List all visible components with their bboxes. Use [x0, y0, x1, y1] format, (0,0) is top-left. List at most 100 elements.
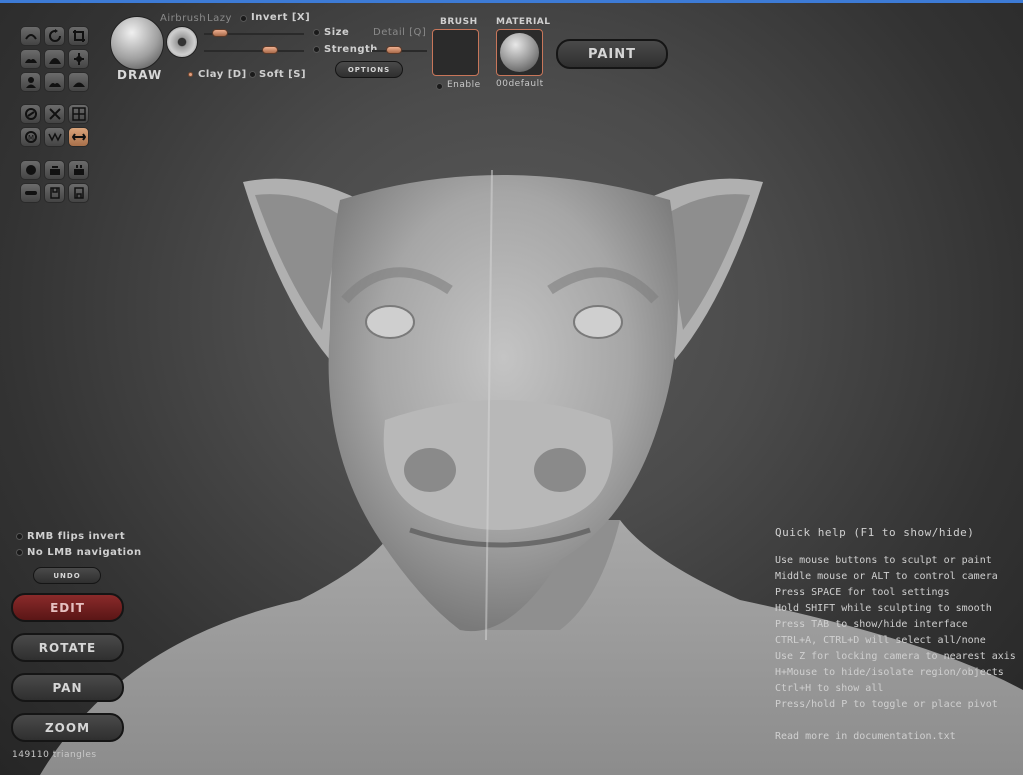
layer-icon	[24, 191, 37, 195]
edit-mode-button[interactable]: EDIT	[11, 593, 124, 622]
triangle-count: 149110 triangles	[12, 750, 97, 760]
material-panel-title: MATERIAL	[496, 17, 551, 27]
extra-tools-palette	[20, 160, 89, 203]
strength-slider-track[interactable]	[204, 50, 304, 52]
flatten-tool-button[interactable]	[20, 49, 41, 69]
inflate-tool-button[interactable]	[44, 49, 65, 69]
load-button[interactable]	[68, 183, 89, 203]
lazy-label[interactable]: Lazy	[207, 13, 232, 24]
quick-help-panel: Quick help (F1 to show/hide) Use mouse b…	[775, 526, 1016, 745]
paint-button[interactable]: PAINT	[556, 39, 668, 69]
mirror-x-button[interactable]	[44, 104, 65, 124]
invert-label[interactable]: Invert [X]	[251, 12, 310, 23]
scale-button[interactable]	[44, 160, 65, 180]
quick-help-footer: Read more in documentation.txt	[775, 731, 956, 742]
layer-button[interactable]	[20, 183, 41, 203]
rmb-flips-invert-toggle[interactable]	[16, 533, 23, 540]
options-button[interactable]: OPTIONS	[335, 61, 403, 78]
scale-alt-icon	[73, 165, 84, 175]
mask-icon: M	[24, 131, 37, 143]
clay-toggle[interactable]	[188, 72, 193, 77]
detail-slider-knob[interactable]	[386, 46, 402, 54]
size-toggle[interactable]	[313, 29, 320, 36]
clay-tool-icon	[48, 83, 61, 87]
mask-button[interactable]: M	[20, 127, 41, 147]
draw-tool-button[interactable]	[20, 26, 41, 46]
pan-mode-button[interactable]: PAN	[11, 673, 124, 702]
swap-button[interactable]	[68, 127, 89, 147]
flatten-tool-icon	[24, 59, 37, 63]
load-icon	[73, 187, 84, 199]
mirror-x-icon	[48, 108, 61, 120]
quick-help-line: Press/hold P to toggle or place pivot	[775, 699, 998, 710]
quick-help-line: Hold SHIFT while sculpting to smooth	[775, 603, 992, 614]
rmb-flips-invert-label: RMB flips invert	[27, 531, 126, 542]
quick-help-line: Use mouse buttons to sculpt or paint	[775, 555, 992, 566]
invert-toggle[interactable]	[240, 15, 247, 22]
move-tool-button[interactable]	[68, 49, 89, 69]
grid-button[interactable]	[68, 104, 89, 124]
clay-label[interactable]: Clay [D]	[198, 69, 247, 80]
grid-icon	[71, 107, 86, 121]
move-tool-icon	[73, 53, 84, 65]
smooth-tool-button[interactable]	[20, 72, 41, 92]
airbrush-label[interactable]: Airbrush	[160, 13, 206, 24]
crop-tool-button[interactable]	[68, 26, 89, 46]
symmetry-icon	[24, 108, 37, 120]
pinch-tool-button[interactable]	[68, 72, 89, 92]
undo-button[interactable]: UNDO	[33, 567, 101, 584]
quick-help-line: H+Mouse to hide/isolate region/objects	[775, 667, 1004, 678]
brush-enable-label: Enable	[447, 80, 481, 90]
sculpt-viewport[interactable]: M DRAW Airbrush Lazy Invert [X] Size Det…	[0, 0, 1023, 775]
scale-icon	[49, 166, 60, 175]
rotate-tool-button[interactable]	[44, 26, 65, 46]
no-lmb-navigation-label: No LMB navigation	[27, 547, 142, 558]
material-name: 00default	[496, 79, 544, 89]
draw-tool-preview[interactable]	[110, 16, 164, 70]
pinch-tool-icon	[72, 82, 85, 87]
quick-help-line: Press SPACE for tool settings	[775, 587, 950, 598]
quick-help-line: CTRL+A, CTRL+D will select all/none	[775, 635, 986, 646]
quick-help-lines: Use mouse buttons to sculpt or paint Midd…	[775, 553, 1016, 713]
brush-swatch[interactable]	[432, 29, 479, 76]
size-slider-knob[interactable]	[212, 29, 228, 37]
brush-panel-title: BRUSH	[440, 17, 478, 27]
material-swatch[interactable]	[496, 29, 543, 76]
scale-alt-button[interactable]	[68, 160, 89, 180]
quick-help-title: Quick help (F1 to show/hide)	[775, 526, 975, 539]
strength-slider-knob[interactable]	[262, 46, 278, 54]
rotate-tool-icon	[48, 29, 61, 42]
strength-toggle[interactable]	[313, 46, 320, 53]
wave-icon	[47, 132, 62, 142]
draw-tool-icon	[24, 34, 37, 40]
symmetry-tools-palette: M	[20, 104, 89, 147]
soft-toggle[interactable]	[249, 71, 256, 78]
strength-label: Strength	[324, 44, 378, 55]
swap-icon	[71, 133, 86, 141]
alpha-brush-preview[interactable]	[166, 26, 198, 58]
save-icon	[49, 187, 60, 199]
sphere-icon	[25, 165, 36, 175]
size-label: Size	[324, 27, 350, 38]
detail-label: Detail [Q]	[373, 27, 427, 38]
zoom-mode-button[interactable]: ZOOM	[11, 713, 124, 742]
quick-help-line: Middle mouse or ALT to control camera	[775, 571, 998, 582]
no-lmb-navigation-toggle[interactable]	[16, 549, 23, 556]
symmetry-button[interactable]	[20, 104, 41, 124]
brush-enable-toggle[interactable]	[436, 83, 443, 90]
sculpt-tools-palette	[20, 26, 89, 92]
crop-tool-icon	[72, 30, 85, 42]
quick-help-line: Use Z for locking camera to nearest axis	[775, 651, 1016, 662]
sphere-button[interactable]	[20, 160, 41, 180]
smooth-tool-icon	[25, 77, 36, 88]
rotate-mode-button[interactable]: ROTATE	[11, 633, 124, 662]
quick-help-line: Press TAB to show/hide interface	[775, 619, 968, 630]
save-button[interactable]	[44, 183, 65, 203]
active-tool-label: DRAW	[117, 68, 163, 82]
clay-tool-button[interactable]	[44, 72, 65, 92]
inflate-tool-icon	[48, 58, 61, 64]
material-ball-icon	[500, 33, 539, 72]
soft-label[interactable]: Soft [S]	[259, 69, 306, 80]
svg-text:M: M	[28, 134, 34, 142]
wave-button[interactable]	[44, 127, 65, 147]
